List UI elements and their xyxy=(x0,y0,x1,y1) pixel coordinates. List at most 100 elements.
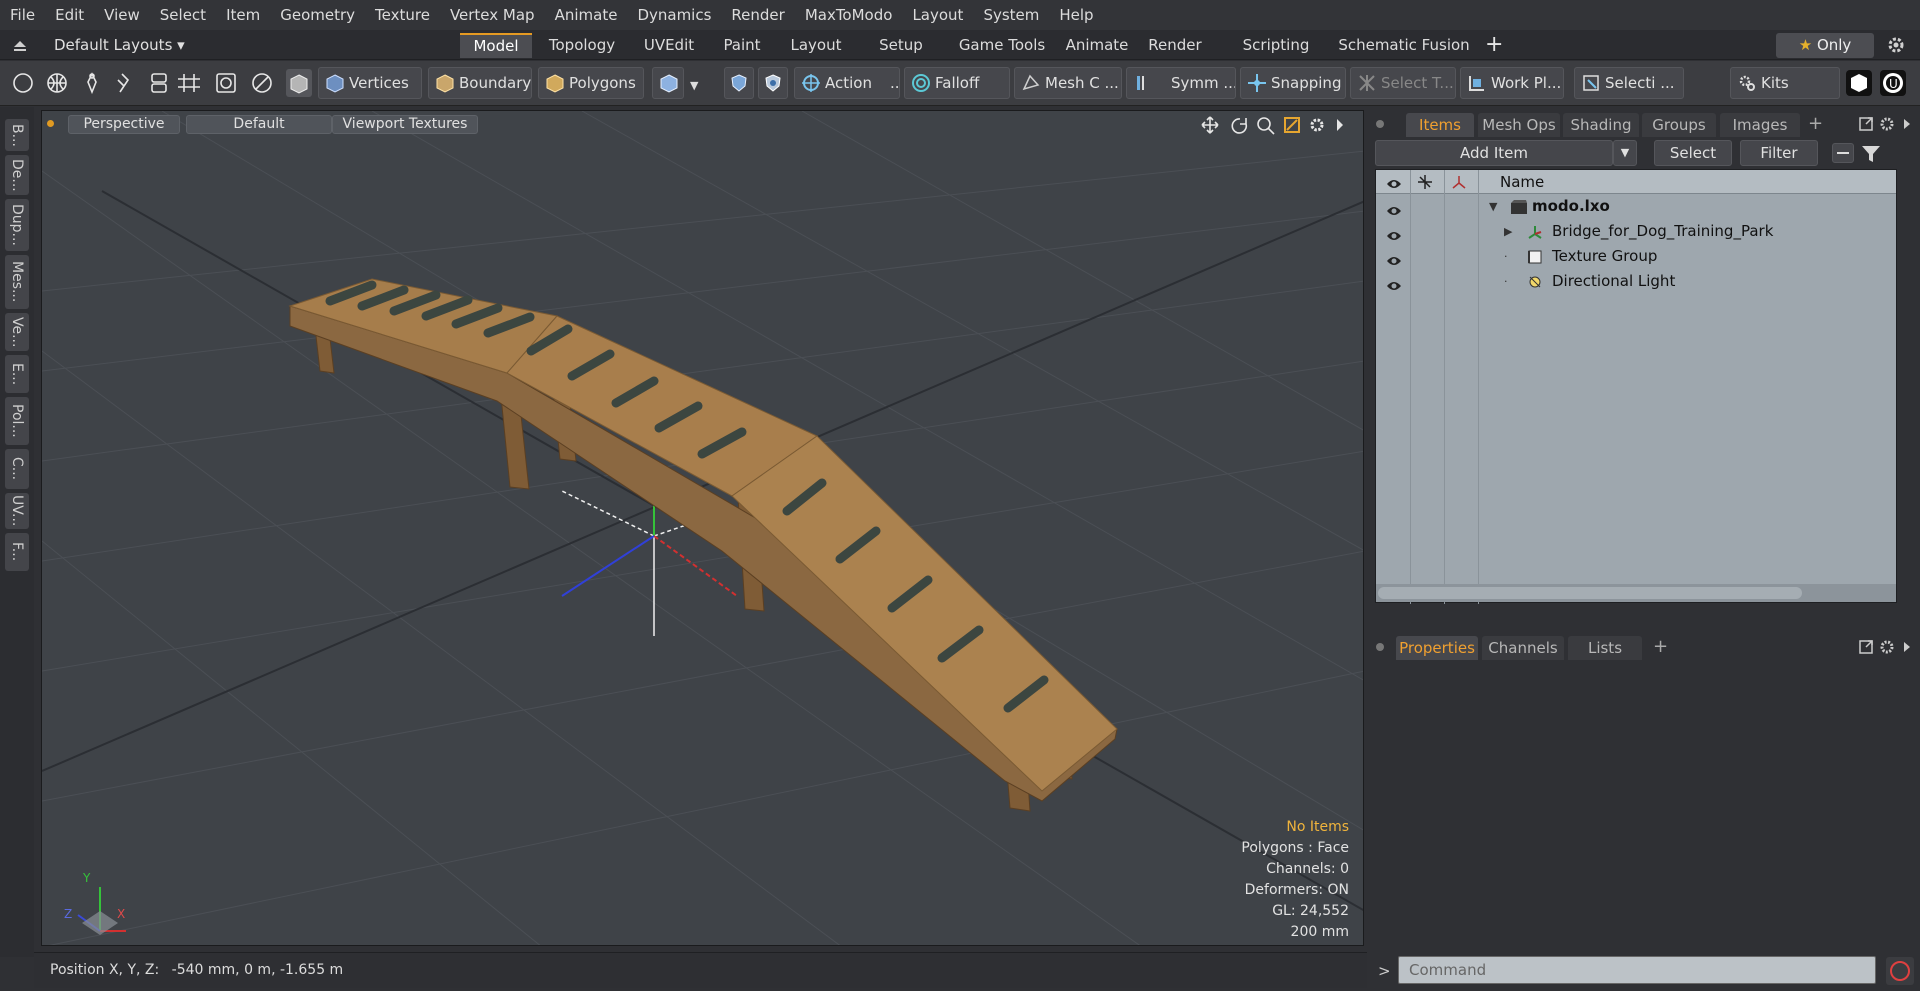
left-tab-7[interactable]: C... xyxy=(5,449,29,489)
add-item-button[interactable]: Add Item xyxy=(1375,140,1613,166)
snap-shield-button[interactable] xyxy=(758,67,788,99)
panel-tab-images[interactable]: Images xyxy=(1720,113,1800,137)
props-tab-channels[interactable]: Channels xyxy=(1482,636,1564,660)
panel-tab-items[interactable]: Items xyxy=(1406,113,1474,137)
menu-dynamics[interactable]: Dynamics xyxy=(627,0,721,30)
record-macro-icon[interactable] xyxy=(1886,957,1914,985)
only-button[interactable]: ★ Only xyxy=(1776,33,1874,58)
left-tab-1[interactable]: De... xyxy=(5,155,29,195)
add-item-dropdown-icon[interactable]: ▼ xyxy=(1613,140,1637,166)
cube-shading-icon[interactable] xyxy=(286,69,312,97)
visibility-eye-icon[interactable] xyxy=(1386,200,1402,215)
props-menu-dot-icon[interactable] xyxy=(1376,643,1384,651)
snapping-button[interactable]: Snapping xyxy=(1240,67,1346,99)
list-item[interactable]: · Directional Light xyxy=(1376,269,1896,294)
kits-button[interactable]: Kits xyxy=(1730,67,1840,99)
tab-schematic-fusion[interactable]: Schematic Fusion xyxy=(1330,33,1478,58)
tab-scripting[interactable]: Scripting xyxy=(1234,33,1318,58)
falloff-button[interactable]: Falloff xyxy=(904,67,1010,99)
menu-render[interactable]: Render xyxy=(721,0,794,30)
visibility-eye-icon[interactable] xyxy=(1386,225,1402,240)
symmetry-button[interactable]: Symm ... xyxy=(1126,67,1236,99)
left-tab-5[interactable]: E... xyxy=(5,355,29,393)
tab-render[interactable]: Render xyxy=(1138,33,1212,58)
props-tab-properties[interactable]: Properties xyxy=(1396,636,1478,660)
tab-game-tools[interactable]: Game Tools xyxy=(948,33,1056,58)
list-item[interactable]: ▶ Bridge_for_Dog_Training_Park xyxy=(1376,219,1896,244)
cube-kit-icon[interactable] xyxy=(1846,70,1872,96)
panel-tab-groups[interactable]: Groups xyxy=(1642,113,1716,137)
tab-animate[interactable]: Animate xyxy=(1062,33,1132,58)
left-tab-3[interactable]: Mes... xyxy=(5,255,29,309)
layout-selector[interactable]: Default Layouts ▾ xyxy=(54,30,185,60)
viewport-menu-dot-icon[interactable] xyxy=(47,120,54,127)
menu-edit[interactable]: Edit xyxy=(45,0,94,30)
perspective-button[interactable]: Perspective xyxy=(68,115,180,134)
unreal-icon[interactable]: U xyxy=(1880,70,1906,96)
viewport-textures-button[interactable]: Viewport Textures xyxy=(332,115,478,134)
menu-help[interactable]: Help xyxy=(1049,0,1103,30)
left-tab-9[interactable]: F... xyxy=(5,533,29,571)
left-tab-2[interactable]: Dup... xyxy=(5,199,29,251)
work-plane-button[interactable]: Work Pl... xyxy=(1460,67,1564,99)
menu-item[interactable]: Item xyxy=(216,0,270,30)
gear-icon[interactable] xyxy=(1886,35,1906,55)
mesh-constraint-button[interactable]: Mesh C ... xyxy=(1014,67,1122,99)
tab-model[interactable]: Model xyxy=(460,33,532,58)
menu-view[interactable]: View xyxy=(94,0,150,30)
panel-menu-dot-icon[interactable] xyxy=(1376,120,1384,128)
left-tab-8[interactable]: UV... xyxy=(5,493,29,529)
tab-setup[interactable]: Setup xyxy=(864,33,938,58)
viewport-3d[interactable]: Y X Z Perspective Default Viewport Textu… xyxy=(41,110,1364,946)
menu-file[interactable]: File xyxy=(0,0,45,30)
select-through-button[interactable]: Select T... xyxy=(1350,67,1456,99)
command-input[interactable]: Command xyxy=(1398,956,1876,984)
collapse-list-icon[interactable] xyxy=(1832,143,1854,163)
polygons-button[interactable]: Polygons xyxy=(538,67,644,99)
add-props-tab-icon[interactable]: + xyxy=(1653,636,1671,658)
collapse-icon[interactable] xyxy=(12,37,28,53)
left-tab-6[interactable]: Pol... xyxy=(5,397,29,445)
tab-layout[interactable]: Layout xyxy=(776,33,856,58)
item-mode-button[interactable] xyxy=(652,67,684,99)
list-item[interactable]: · Texture Group xyxy=(1376,244,1896,269)
menu-animate[interactable]: Animate xyxy=(545,0,628,30)
visibility-eye-icon[interactable] xyxy=(1386,275,1402,290)
tab-uvedit[interactable]: UVEdit xyxy=(632,33,706,58)
menu-maxtomodo[interactable]: MaxToModo xyxy=(795,0,903,30)
expand-closed-icon[interactable]: ▶ xyxy=(1504,219,1512,244)
menu-select[interactable]: Select xyxy=(150,0,216,30)
selection-sets-button[interactable]: Selecti ... xyxy=(1574,67,1684,99)
mode-dropdown-icon[interactable]: ▼ xyxy=(690,79,720,93)
vertices-button[interactable]: Vertices xyxy=(318,67,422,99)
boundary-button[interactable]: Boundary xyxy=(428,67,532,99)
list-item[interactable]: ▼ modo.lxo xyxy=(1376,194,1896,219)
action-button[interactable]: Action... xyxy=(794,67,900,99)
shading-default-button[interactable]: Default xyxy=(186,115,332,134)
menu-layout[interactable]: Layout xyxy=(902,0,973,30)
filter-button[interactable]: Filter xyxy=(1740,140,1818,166)
panel-tab-shading[interactable]: Shading xyxy=(1563,113,1639,137)
scrollbar-thumb[interactable] xyxy=(1378,587,1802,599)
select-button[interactable]: Select xyxy=(1654,140,1732,166)
status-bar: Position X, Y, Z: -540 mm, 0 m, -1.655 m xyxy=(34,952,1367,988)
falloff-label: Falloff xyxy=(935,74,980,92)
add-panel-tab-icon[interactable]: + xyxy=(1808,113,1826,135)
props-tab-lists[interactable]: Lists xyxy=(1568,636,1642,660)
grid-scale-info: 200 mm xyxy=(1290,924,1349,940)
menu-geometry[interactable]: Geometry xyxy=(270,0,365,30)
symmetry-shield-button[interactable] xyxy=(724,67,754,99)
panel-tab-mesh-ops[interactable]: Mesh Ops xyxy=(1478,113,1560,137)
left-tab-4[interactable]: Ve... xyxy=(5,313,29,351)
menu-vertex-map[interactable]: Vertex Map xyxy=(440,0,545,30)
horizontal-scrollbar[interactable] xyxy=(1376,584,1896,602)
menu-system[interactable]: System xyxy=(973,0,1049,30)
visibility-eye-icon[interactable] xyxy=(1386,250,1402,265)
tab-paint[interactable]: Paint xyxy=(714,33,770,58)
tab-topology[interactable]: Topology xyxy=(540,33,624,58)
add-tab-icon[interactable]: + xyxy=(1485,33,1507,57)
funnel-icon[interactable] xyxy=(1860,144,1882,164)
menu-texture[interactable]: Texture xyxy=(365,0,440,30)
expand-open-icon[interactable]: ▼ xyxy=(1489,194,1497,219)
left-tab-0[interactable]: B... xyxy=(5,119,29,151)
